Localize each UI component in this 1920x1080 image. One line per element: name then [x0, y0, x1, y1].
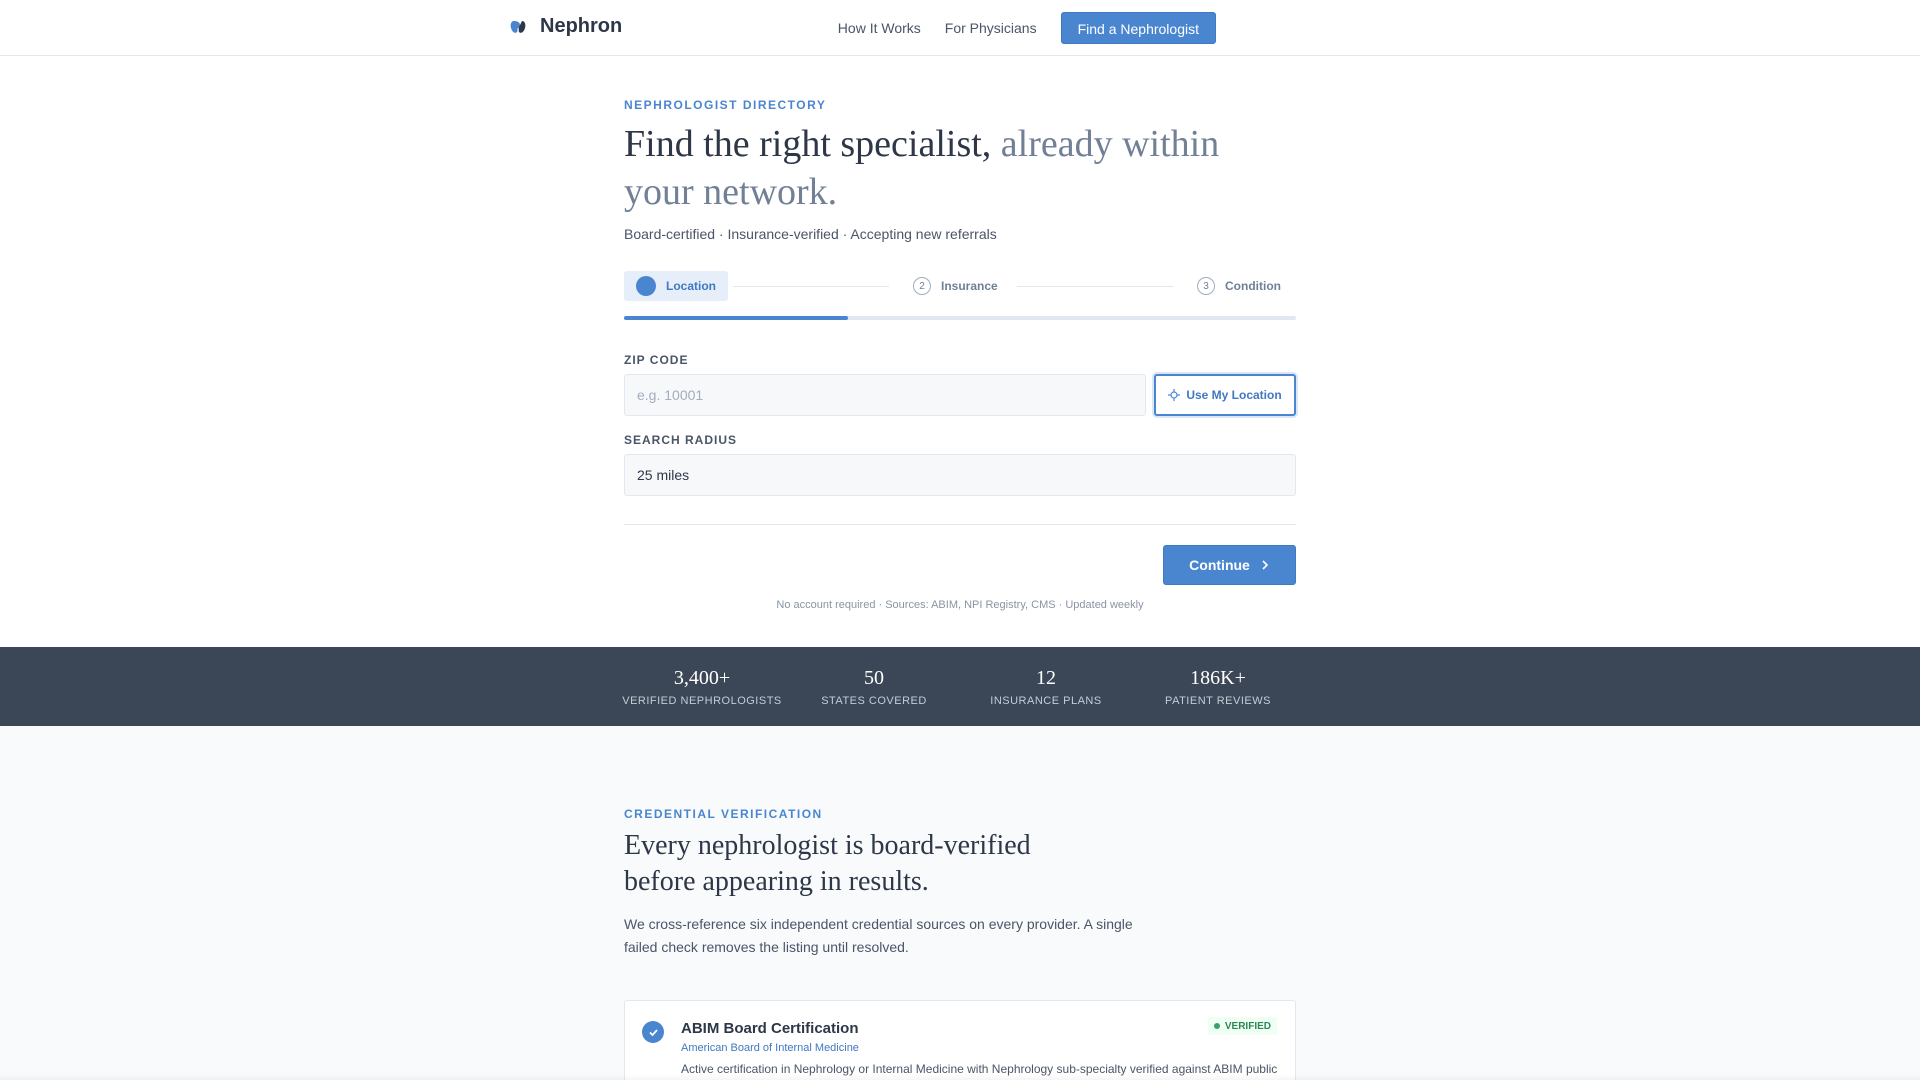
hero-title: Find the right specialist, already withi…	[624, 120, 1264, 216]
stats-band: 3,400+ VERIFIED NEPHROLOGISTS 50 STATES …	[0, 647, 1920, 726]
step-number: 2	[913, 277, 931, 295]
step-location[interactable]: Location	[624, 271, 728, 301]
stat-label: STATES COVERED	[821, 695, 927, 707]
nav-how-it-works[interactable]: How It Works	[838, 20, 921, 36]
step-active-dot	[636, 276, 656, 296]
progress-bar	[624, 316, 1296, 320]
step-connector	[733, 286, 889, 287]
step-condition-label: Condition	[1225, 279, 1281, 293]
stat-value: 3,400+	[673, 667, 731, 689]
status-dot-icon	[1213, 1023, 1220, 1029]
use-my-location-label: Use My Location	[1186, 388, 1282, 402]
radius-label: SEARCH RADIUS	[624, 433, 738, 447]
stat-value: 12	[1036, 667, 1056, 689]
hero-subtitle: Board-certified · Insurance-verified · A…	[624, 226, 997, 242]
stat-label: PATIENT REVIEWS	[1165, 695, 1271, 707]
nav-for-physicians[interactable]: For Physicians	[945, 20, 1037, 36]
credential-card[interactable]: ABIM Board Certification American Board …	[624, 1000, 1296, 1080]
hero-title-main: Find the right specialist,	[624, 123, 992, 165]
chevron-right-icon	[1262, 560, 1268, 570]
continue-label: Continue	[1189, 557, 1250, 573]
stat-item: 12 INSURANCE PLANS	[960, 667, 1132, 707]
use-my-location-button[interactable]: Use My Location	[1154, 374, 1296, 416]
stat-label: INSURANCE PLANS	[990, 695, 1102, 707]
progress-bar-fill	[624, 316, 848, 320]
verified-badge-label: VERIFIED	[1224, 1020, 1271, 1032]
step-insurance-label: Insurance	[941, 279, 998, 293]
credentials-description: We cross-reference six independent crede…	[624, 916, 1133, 955]
stat-item: 50 STATES COVERED	[788, 667, 960, 707]
credentials-eyebrow: CREDENTIAL VERIFICATION	[624, 807, 823, 821]
bottom-fade	[0, 1074, 1920, 1080]
step-insurance[interactable]: 2 Insurance	[913, 271, 998, 301]
continue-button[interactable]: Continue	[1163, 545, 1296, 585]
brand-logo[interactable]: Nephron	[509, 15, 622, 38]
stat-value: 50	[864, 667, 884, 689]
step-condition[interactable]: 3 Condition	[1197, 271, 1281, 301]
brand-name: Nephron	[540, 15, 623, 37]
form-fineprint: No account required · Sources: ABIM, NPI…	[776, 599, 1144, 611]
credential-card-title: ABIM Board Certification	[681, 1020, 859, 1037]
stat-item: 186K+ PATIENT REVIEWS	[1132, 667, 1304, 707]
step-number: 3	[1197, 277, 1215, 295]
radius-select[interactable]: 25 miles	[624, 454, 1296, 496]
hero-eyebrow: NEPHROLOGIST DIRECTORY	[624, 98, 827, 112]
kidney-icon	[510, 20, 526, 33]
form-divider	[624, 524, 1296, 525]
verified-badge: VERIFIED	[1207, 1017, 1277, 1035]
crosshair-icon	[1168, 389, 1181, 401]
step-location-label: Location	[666, 279, 716, 293]
find-nephrologist-button[interactable]: Find a Nephrologist	[1060, 12, 1216, 44]
top-header: Nephron How It Works For Physicians Find…	[0, 0, 1920, 56]
zip-label: ZIP CODE	[624, 353, 689, 367]
main-nav: How It Works For Physicians Find a Nephr…	[838, 12, 1216, 44]
stat-value: 186K+	[1190, 667, 1246, 689]
credentials-title: Every nephrologist is board-verified bef…	[624, 830, 1031, 897]
credential-card-org: American Board of Internal Medicine	[681, 1042, 859, 1054]
stat-label: VERIFIED NEPHROLOGISTS	[622, 695, 782, 707]
step-connector	[1017, 286, 1174, 287]
step-indicator: Location 2 Insurance 3 Condition	[624, 271, 1296, 301]
check-icon	[642, 1021, 664, 1043]
zip-input[interactable]	[624, 374, 1146, 416]
stat-item: 3,400+ VERIFIED NEPHROLOGISTS	[616, 667, 788, 707]
